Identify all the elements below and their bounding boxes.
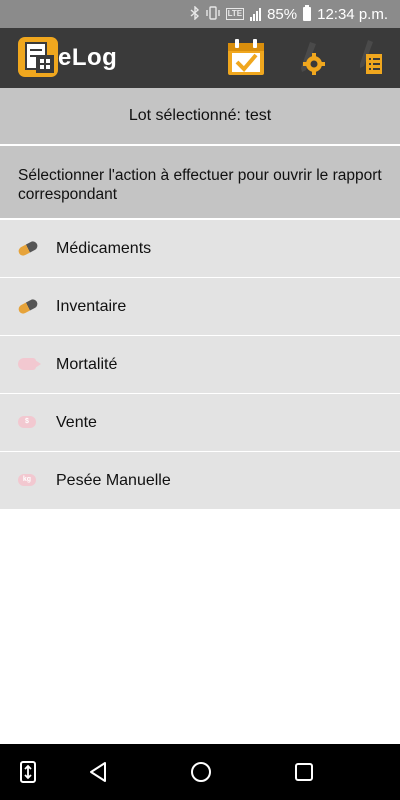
- settings-button[interactable]: [290, 36, 334, 80]
- system-nav-bar: [0, 744, 400, 800]
- recents-button[interactable]: [286, 756, 322, 788]
- action-menu: Médicaments Inventaire Mortalité $ Vente…: [0, 220, 400, 510]
- lte-icon: LTE: [225, 8, 245, 20]
- bluetooth-icon: [190, 4, 200, 23]
- menu-item-medicaments[interactable]: Médicaments: [0, 220, 400, 278]
- menu-item-label: Médicaments: [56, 239, 152, 257]
- clock-time: 12:34 p.m.: [317, 5, 388, 23]
- extension-button[interactable]: [10, 756, 46, 788]
- home-button[interactable]: [183, 756, 219, 788]
- elog-logo-icon: [18, 37, 58, 77]
- menu-item-mortalite[interactable]: Mortalité: [0, 336, 400, 394]
- menu-item-label: Vente: [56, 413, 97, 431]
- calendar-check-button[interactable]: [224, 36, 268, 80]
- menu-item-pesee-manuelle[interactable]: kg Pesée Manuelle: [0, 452, 400, 510]
- app-bar: eLog: [0, 28, 400, 88]
- menu-item-label: Mortalité: [56, 355, 118, 373]
- menu-item-inventaire[interactable]: Inventaire: [0, 278, 400, 336]
- vibrate-icon: [205, 5, 220, 23]
- battery-icon: [303, 5, 312, 21]
- recents-icon: [295, 763, 313, 781]
- instruction-text: Sélectionner l'action à effectuer pour o…: [0, 146, 400, 220]
- menu-item-vente[interactable]: $ Vente: [0, 394, 400, 452]
- menu-item-label: Pesée Manuelle: [56, 471, 171, 489]
- back-button[interactable]: [80, 756, 116, 788]
- pencil-gear-icon: [301, 42, 325, 75]
- dollar-tag-icon: $: [0, 394, 56, 452]
- pencil-list-icon: [360, 40, 382, 74]
- weight-tag-icon: kg: [0, 452, 56, 510]
- battery-percent: 85%: [267, 5, 298, 23]
- pill-icon: [0, 278, 56, 336]
- fish-icon: [0, 336, 56, 394]
- selected-lot-header: Lot sélectionné: test: [0, 88, 400, 146]
- menu-item-label: Inventaire: [56, 297, 127, 315]
- report-list-button[interactable]: [348, 36, 392, 80]
- home-icon: [191, 762, 211, 782]
- status-bar: LTE 85% 12:34 p.m.: [0, 0, 400, 28]
- signal-icon: [250, 7, 262, 21]
- calendar-check-icon: [228, 39, 264, 75]
- back-icon: [90, 762, 106, 782]
- app-title: eLog: [58, 44, 118, 71]
- extension-icon: [20, 761, 36, 783]
- pill-icon: [0, 220, 56, 278]
